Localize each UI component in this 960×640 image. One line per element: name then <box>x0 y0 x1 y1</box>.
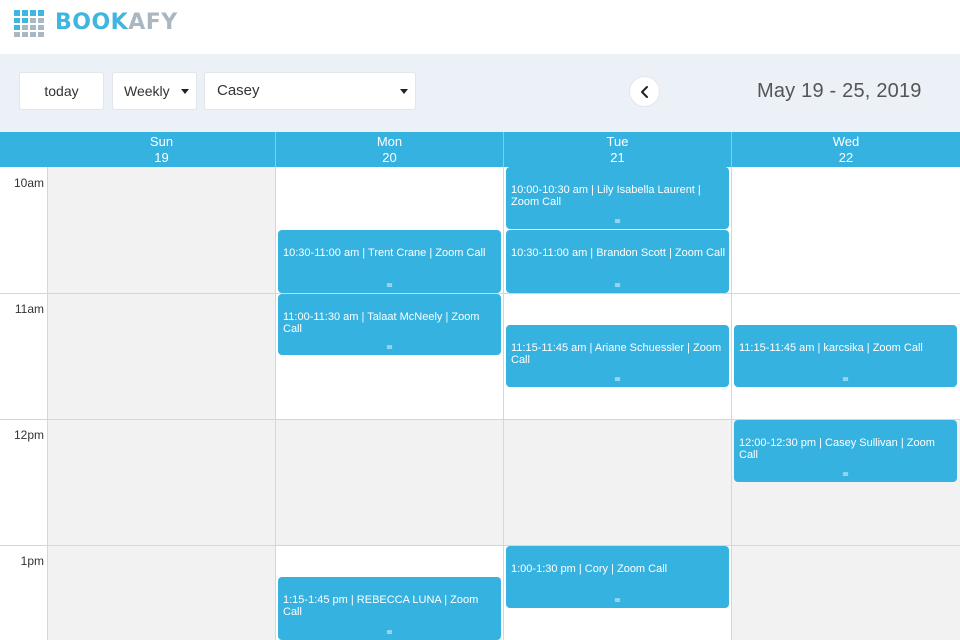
view-select[interactable]: Weekly <box>112 72 197 110</box>
unavailable-slot <box>504 420 731 546</box>
event-label: 1:15-1:45 pm | REBECCA LUNA | Zoom Call <box>283 594 479 618</box>
column-line <box>731 167 732 640</box>
appointment-event[interactable]: 11:00-11:30 am | Talaat McNeely | Zoom C… <box>278 294 501 355</box>
resize-handle[interactable]: = <box>278 628 501 638</box>
day-name: Wed <box>832 134 860 149</box>
unavailable-slot <box>732 546 960 640</box>
time-label-12pm: 12pm <box>13 428 44 442</box>
event-label: 11:15-11:45 am | karcsika | Zoom Call <box>739 342 923 354</box>
appointment-event[interactable]: 11:15-11:45 am | Ariane Schuessler | Zoo… <box>506 325 729 387</box>
time-label-11am: 11am <box>14 302 44 316</box>
hour-line <box>48 293 960 294</box>
appointment-event[interactable]: 11:15-11:45 am | karcsika | Zoom Call = <box>734 325 957 387</box>
appointment-event[interactable]: 10:00-10:30 am | Lily Isabella Laurent |… <box>506 167 729 229</box>
day-date: 22 <box>838 150 854 165</box>
appointment-event[interactable]: 12:00-12:30 pm | Casey Sullivan | Zoom C… <box>734 420 957 482</box>
app-header: BOOKAFY <box>0 0 960 54</box>
hour-line <box>0 545 48 546</box>
day-date: 19 <box>154 150 169 165</box>
caret-down-icon <box>181 89 189 94</box>
unavailable-slot <box>48 167 275 640</box>
event-label: 1:00-1:30 pm | Cory | Zoom Call <box>511 563 668 575</box>
brand-name-part2: AFY <box>128 10 178 35</box>
date-range-title: May 19 - 25, 2019 <box>757 80 922 102</box>
hour-line <box>0 293 48 294</box>
brand-logo[interactable]: BOOKAFY <box>55 10 178 36</box>
day-name: Mon <box>376 134 403 149</box>
day-header-tue: Tue 21 <box>504 132 731 167</box>
unavailable-slot <box>276 420 503 546</box>
resize-handle[interactable]: = <box>278 281 501 291</box>
resize-handle[interactable]: = <box>506 596 729 606</box>
column-line <box>47 167 48 640</box>
event-label: 10:30-11:00 am | Trent Crane | Zoom Call <box>283 247 486 259</box>
event-label: 12:00-12:30 pm | Casey Sullivan | Zoom C… <box>739 437 935 461</box>
day-header-wed: Wed 22 <box>732 132 960 167</box>
day-name: Sun <box>149 134 174 149</box>
column-line <box>275 167 276 640</box>
header-divider <box>503 132 504 167</box>
time-label-10am: 10am <box>13 176 44 190</box>
resize-handle[interactable]: = <box>734 470 957 480</box>
caret-down-icon <box>400 89 408 94</box>
resize-handle[interactable]: = <box>506 281 729 291</box>
resize-handle[interactable]: = <box>278 343 501 353</box>
brand-name-part1: BOOK <box>55 10 129 35</box>
previous-week-button[interactable] <box>629 76 660 107</box>
resize-handle[interactable]: = <box>734 375 957 385</box>
header-divider <box>275 132 276 167</box>
event-label: 10:30-11:00 am | Brandon Scott | Zoom Ca… <box>511 247 726 259</box>
calendar-grid-logo-icon <box>14 10 44 38</box>
view-select-value: Weekly <box>124 83 170 99</box>
appointment-event[interactable]: 10:30-11:00 am | Trent Crane | Zoom Call… <box>278 230 501 293</box>
time-gutter <box>0 167 48 640</box>
user-select[interactable]: Casey <box>204 72 416 110</box>
header-gutter <box>0 132 48 167</box>
hour-line <box>0 419 48 420</box>
appointment-event[interactable]: 1:00-1:30 pm | Cory | Zoom Call = <box>506 546 729 608</box>
header-divider <box>731 132 732 167</box>
time-label-1pm: 1pm <box>20 554 44 568</box>
day-date: 20 <box>382 150 397 165</box>
event-label: 11:15-11:45 am | Ariane Schuessler | Zoo… <box>511 342 722 366</box>
day-date: 21 <box>610 150 625 165</box>
resize-handle[interactable]: = <box>506 375 729 385</box>
calendar-toolbar: today Weekly Casey May 19 - 25, 2019 <box>0 54 960 132</box>
weekly-calendar: Sun 19 Mon 20 Tue 21 Wed 22 10am 11am 12… <box>0 132 960 640</box>
event-label: 10:00-10:30 am | Lily Isabella Laurent |… <box>511 184 701 208</box>
day-header-sun: Sun 19 <box>48 132 275 167</box>
chevron-left-icon <box>641 86 648 98</box>
column-line <box>503 167 504 640</box>
day-name: Tue <box>606 134 629 149</box>
appointment-event[interactable]: 10:30-11:00 am | Brandon Scott | Zoom Ca… <box>506 230 729 293</box>
today-button[interactable]: today <box>19 72 104 110</box>
day-header-mon: Mon 20 <box>276 132 503 167</box>
event-label: 11:00-11:30 am | Talaat McNeely | Zoom C… <box>283 311 480 335</box>
resize-handle[interactable]: = <box>506 217 729 227</box>
user-select-value: Casey <box>217 82 260 99</box>
hour-line <box>48 545 960 546</box>
appointment-event[interactable]: 1:15-1:45 pm | REBECCA LUNA | Zoom Call … <box>278 577 501 640</box>
